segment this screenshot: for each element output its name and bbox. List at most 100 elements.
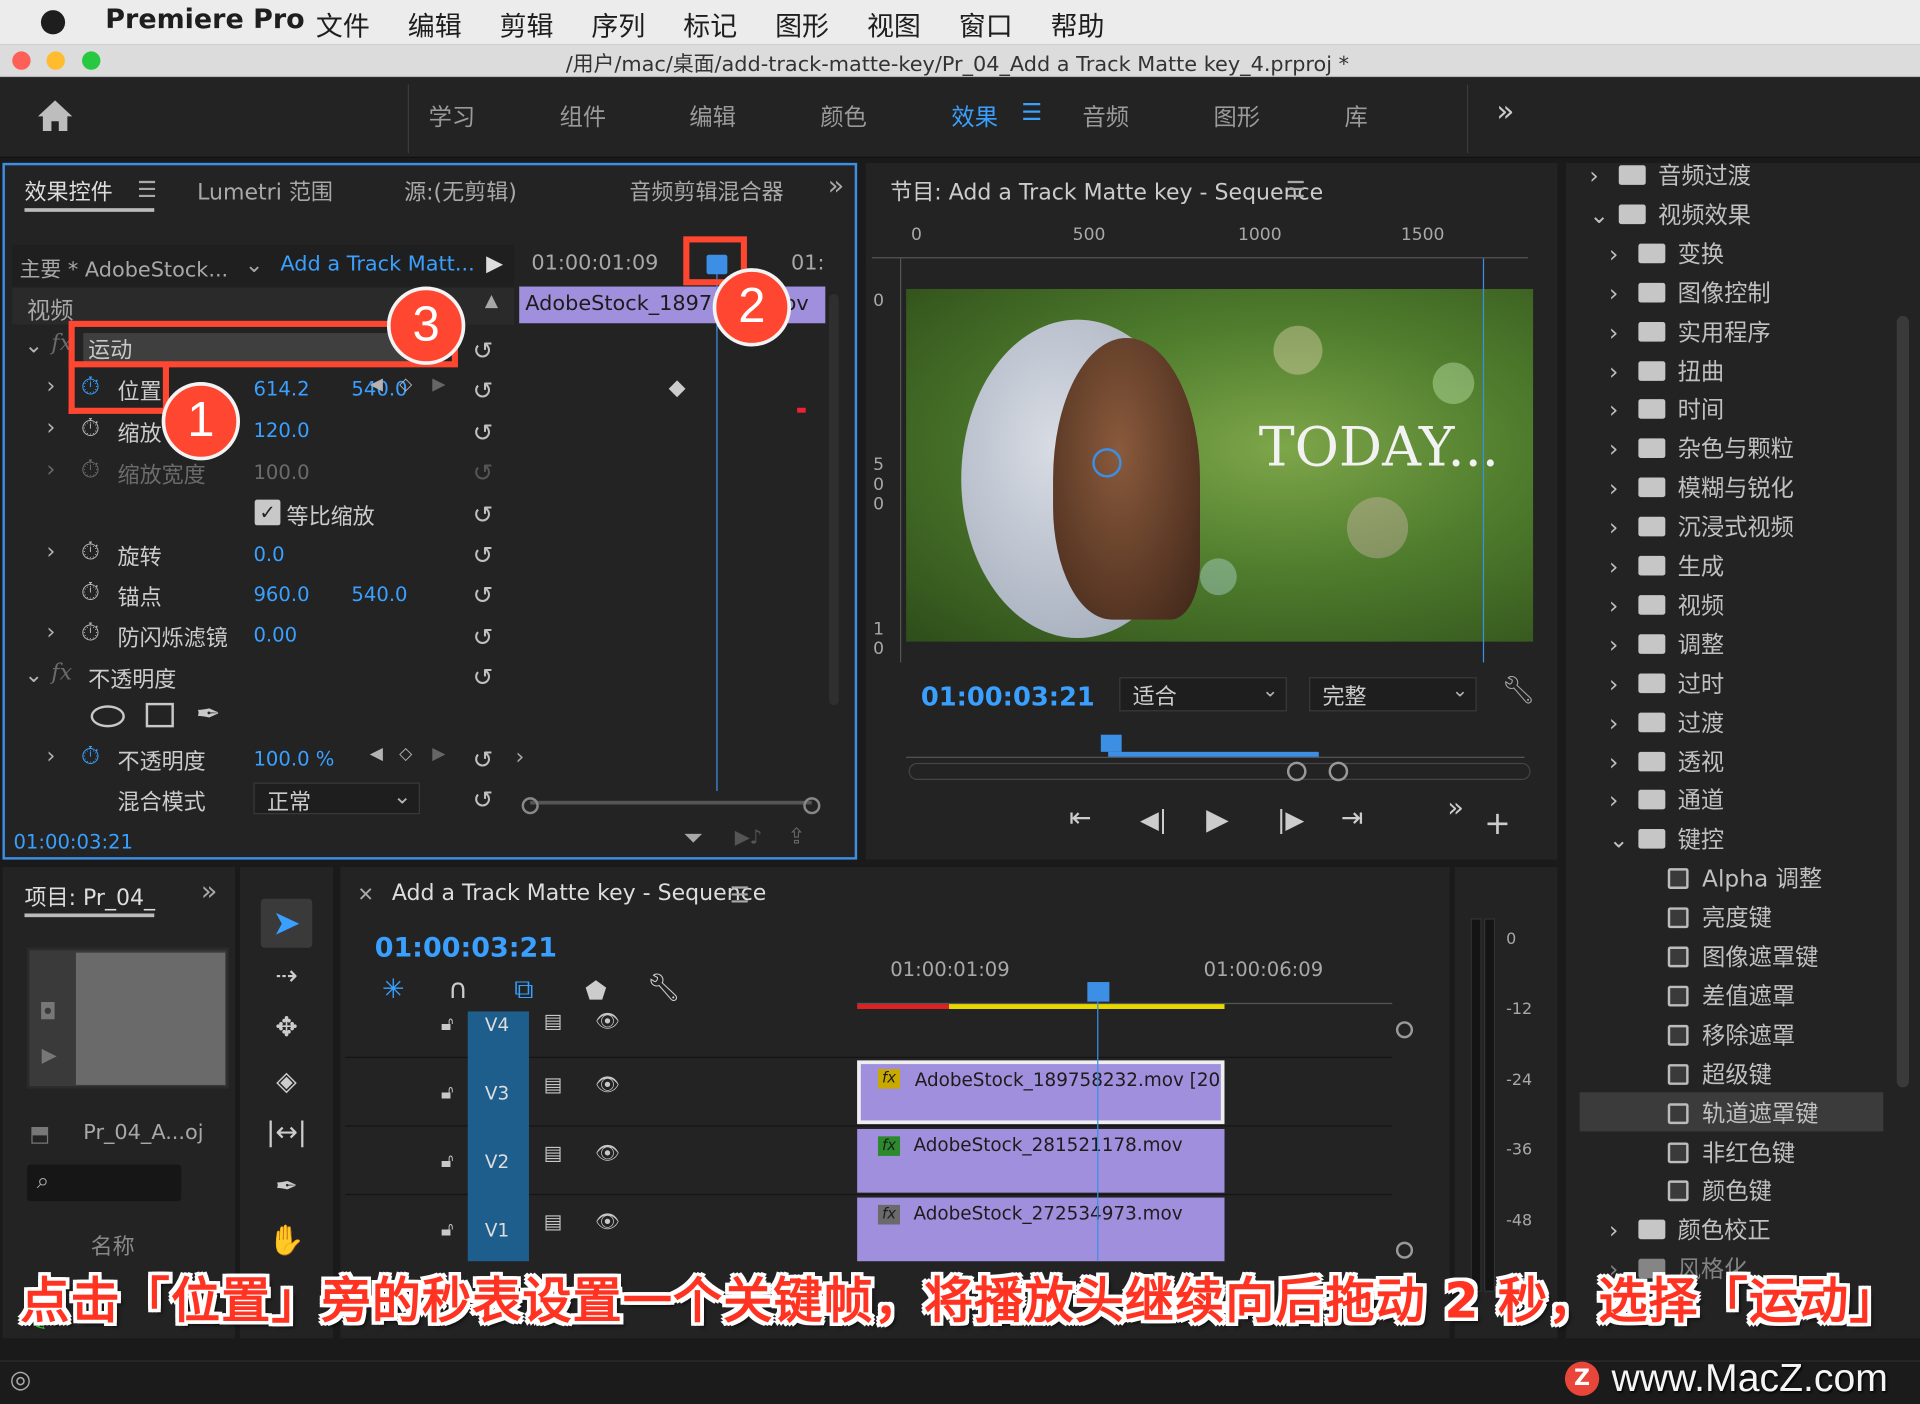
effect-item[interactable]: 非红色键 bbox=[1580, 1131, 1884, 1170]
reset-icon[interactable]: ↺ bbox=[473, 535, 502, 576]
go-to-in-icon[interactable]: ⇤ bbox=[1069, 803, 1092, 834]
fit-dropdown[interactable]: 适合 ⌄ bbox=[1119, 677, 1287, 712]
film-toggle-icon[interactable]: ▤ bbox=[544, 1009, 563, 1032]
step-back-icon[interactable]: ◀| bbox=[1140, 804, 1167, 833]
reset-icon[interactable]: ↺ bbox=[473, 617, 502, 658]
reset-icon[interactable]: ↺ bbox=[473, 412, 502, 453]
chevron-right-icon[interactable]: › bbox=[1609, 593, 1618, 620]
chevron-right-icon[interactable]: › bbox=[1609, 514, 1618, 541]
flicker-value[interactable]: 0.00 bbox=[253, 623, 297, 646]
project-title[interactable]: 项目: Pr_04_ bbox=[24, 880, 155, 912]
expand-position-icon[interactable]: › bbox=[47, 373, 56, 399]
tab-source[interactable]: 源:(无剪辑) bbox=[404, 175, 517, 207]
workspace-editing[interactable]: 编辑 bbox=[689, 99, 736, 132]
menu-file[interactable]: 文件 bbox=[316, 5, 370, 44]
program-menu-icon[interactable]: ☰ bbox=[1286, 178, 1306, 204]
project-file-name[interactable]: Pr_04_A...oj bbox=[83, 1120, 203, 1144]
tab-effect-controls[interactable]: 效果控件 bbox=[24, 175, 112, 207]
settings-wrench-icon[interactable]: 🔧︎ bbox=[1501, 676, 1535, 707]
master-clip-label[interactable]: 主要 * AdobeStock... bbox=[20, 252, 229, 282]
hand-tool-icon[interactable]: ✋ bbox=[261, 1216, 312, 1265]
effects-folder[interactable]: › 透视 bbox=[1580, 740, 1884, 779]
chevron-down-icon[interactable]: ⌄ bbox=[1589, 202, 1608, 229]
reset-icon[interactable]: ↺ bbox=[473, 372, 502, 413]
timeline-ruler[interactable] bbox=[857, 987, 1393, 1005]
program-timecode[interactable]: 01:00:03:21 bbox=[921, 682, 1095, 711]
master-dropdown-icon[interactable]: ⌄ bbox=[245, 252, 263, 278]
prev-keyframe-icon[interactable]: ◀ bbox=[370, 375, 383, 395]
opacity-add-keyframe-icon[interactable]: ◇ bbox=[399, 744, 412, 764]
clip-v3[interactable]: fx AdobeStock_189758232.mov [200% bbox=[857, 1060, 1225, 1125]
timeline-playhead[interactable] bbox=[1087, 982, 1110, 1002]
effects-folder[interactable]: › 通道 bbox=[1580, 779, 1884, 818]
opacity-prev-keyframe-icon[interactable]: ◀ bbox=[370, 744, 383, 764]
workspace-color[interactable]: 颜色 bbox=[820, 99, 867, 132]
effects-folder[interactable]: › 视频 bbox=[1580, 584, 1884, 623]
effects-folder[interactable]: › 杂色与颗粒 bbox=[1580, 428, 1884, 467]
opacity-group-row[interactable]: ⌄ fx 不透明度 bbox=[12, 658, 514, 697]
opacity-value[interactable]: 100.0 % bbox=[253, 747, 334, 770]
selection-tool-icon[interactable]: ➤ bbox=[260, 898, 313, 948]
chevron-right-icon[interactable]: › bbox=[1609, 710, 1618, 737]
menu-marker[interactable]: 标记 bbox=[683, 5, 737, 44]
effects-folder[interactable]: › 过时 bbox=[1580, 662, 1884, 701]
menu-graphics[interactable]: 图形 bbox=[775, 5, 829, 44]
eye-icon[interactable]: 👁︎ bbox=[595, 1210, 620, 1233]
scale-value[interactable]: 120.0 bbox=[253, 419, 309, 442]
chevron-right-icon[interactable]: › bbox=[1609, 1218, 1618, 1245]
go-to-out-icon[interactable]: ⇥ bbox=[1341, 803, 1364, 834]
uniform-scale-checkbox[interactable]: ✓ bbox=[254, 499, 281, 526]
snap-magnet-icon[interactable]: ∩ bbox=[448, 975, 468, 1006]
chevron-right-icon[interactable]: › bbox=[1609, 553, 1618, 580]
film-toggle-icon[interactable]: ▤ bbox=[544, 1073, 563, 1096]
menu-edit[interactable]: 编辑 bbox=[408, 5, 462, 44]
effect-item[interactable]: 差值遮罩 bbox=[1580, 975, 1884, 1014]
close-window-button[interactable] bbox=[12, 51, 31, 70]
project-thumbnail[interactable]: ◘ ▶ bbox=[26, 947, 229, 1089]
lock-track-icon[interactable]: 🔓︎ bbox=[441, 1011, 454, 1035]
project-search-input[interactable]: ⌕ bbox=[26, 1164, 182, 1202]
filter-icon[interactable]: ⏷ bbox=[683, 823, 703, 852]
scale-stopwatch-icon[interactable]: ⏱ bbox=[81, 413, 100, 442]
reset-icon[interactable]: ↺ bbox=[473, 739, 502, 780]
blend-mode-dropdown[interactable]: 正常 ⌄ bbox=[253, 782, 421, 816]
opacity-stopwatch-icon[interactable]: ⏱ bbox=[81, 741, 100, 770]
anchor-x-value[interactable]: 960.0 bbox=[253, 583, 309, 606]
step-forward-icon[interactable]: |▶ bbox=[1277, 804, 1304, 833]
home-icon[interactable] bbox=[36, 98, 75, 132]
chevron-right-icon[interactable]: › bbox=[1609, 632, 1618, 659]
chevron-right-icon[interactable]: › bbox=[1609, 358, 1618, 385]
project-more-icon[interactable]: » bbox=[201, 877, 217, 908]
menu-help[interactable]: 帮助 bbox=[1051, 5, 1105, 44]
app-name[interactable]: Premiere Pro bbox=[105, 5, 304, 36]
eye-icon[interactable]: 👁︎ bbox=[595, 1073, 620, 1096]
play-clip-icon[interactable]: ▶ bbox=[486, 251, 503, 277]
play-icon[interactable]: ▶ bbox=[1206, 802, 1229, 836]
effect-item[interactable]: Alpha 调整 bbox=[1580, 857, 1884, 896]
effects-folder[interactable]: › 图像控制 bbox=[1580, 271, 1884, 310]
linked-selection-icon[interactable]: ⧉ bbox=[514, 975, 533, 1006]
effects-folder[interactable]: › 时间 bbox=[1580, 389, 1884, 428]
chevron-right-icon[interactable]: › bbox=[1609, 671, 1618, 698]
effect-item[interactable]: 超级键 bbox=[1580, 1053, 1884, 1092]
reset-icon[interactable]: ↺ bbox=[473, 576, 502, 617]
effects-folder[interactable]: ⌄ 键控 bbox=[1580, 818, 1884, 857]
effect-item[interactable]: 图像遮罩键 bbox=[1580, 936, 1884, 975]
slip-tool-icon[interactable]: |↔| bbox=[261, 1109, 312, 1158]
ec-current-timecode[interactable]: 01:00:03:21 bbox=[13, 830, 133, 853]
reset-icon[interactable]: ↺ bbox=[473, 780, 502, 821]
timeline-timecode[interactable]: 01:00:03:21 bbox=[375, 933, 557, 964]
ripple-edit-tool-icon[interactable]: ✥ bbox=[261, 1004, 312, 1053]
ec-keyframe-diamond[interactable]: ◆ bbox=[669, 375, 686, 401]
next-keyframe-icon[interactable]: ▶ bbox=[432, 375, 445, 395]
effects-folder[interactable]: › 生成 bbox=[1580, 545, 1884, 584]
eye-icon[interactable]: 👁︎ bbox=[595, 1009, 620, 1032]
effects-folder[interactable]: › 音频过渡 bbox=[1580, 154, 1884, 193]
track-select-tool-icon[interactable]: ⇢ bbox=[261, 953, 312, 1002]
menu-view[interactable]: 视图 bbox=[867, 5, 921, 44]
chevron-down-icon[interactable]: ⌄ bbox=[1609, 827, 1628, 854]
chevron-right-icon[interactable]: › bbox=[1609, 397, 1618, 424]
reset-icon[interactable]: ↺ bbox=[473, 494, 502, 535]
reset-icon[interactable]: ↺ bbox=[473, 658, 502, 699]
workspace-more-icon[interactable]: » bbox=[1496, 94, 1514, 128]
